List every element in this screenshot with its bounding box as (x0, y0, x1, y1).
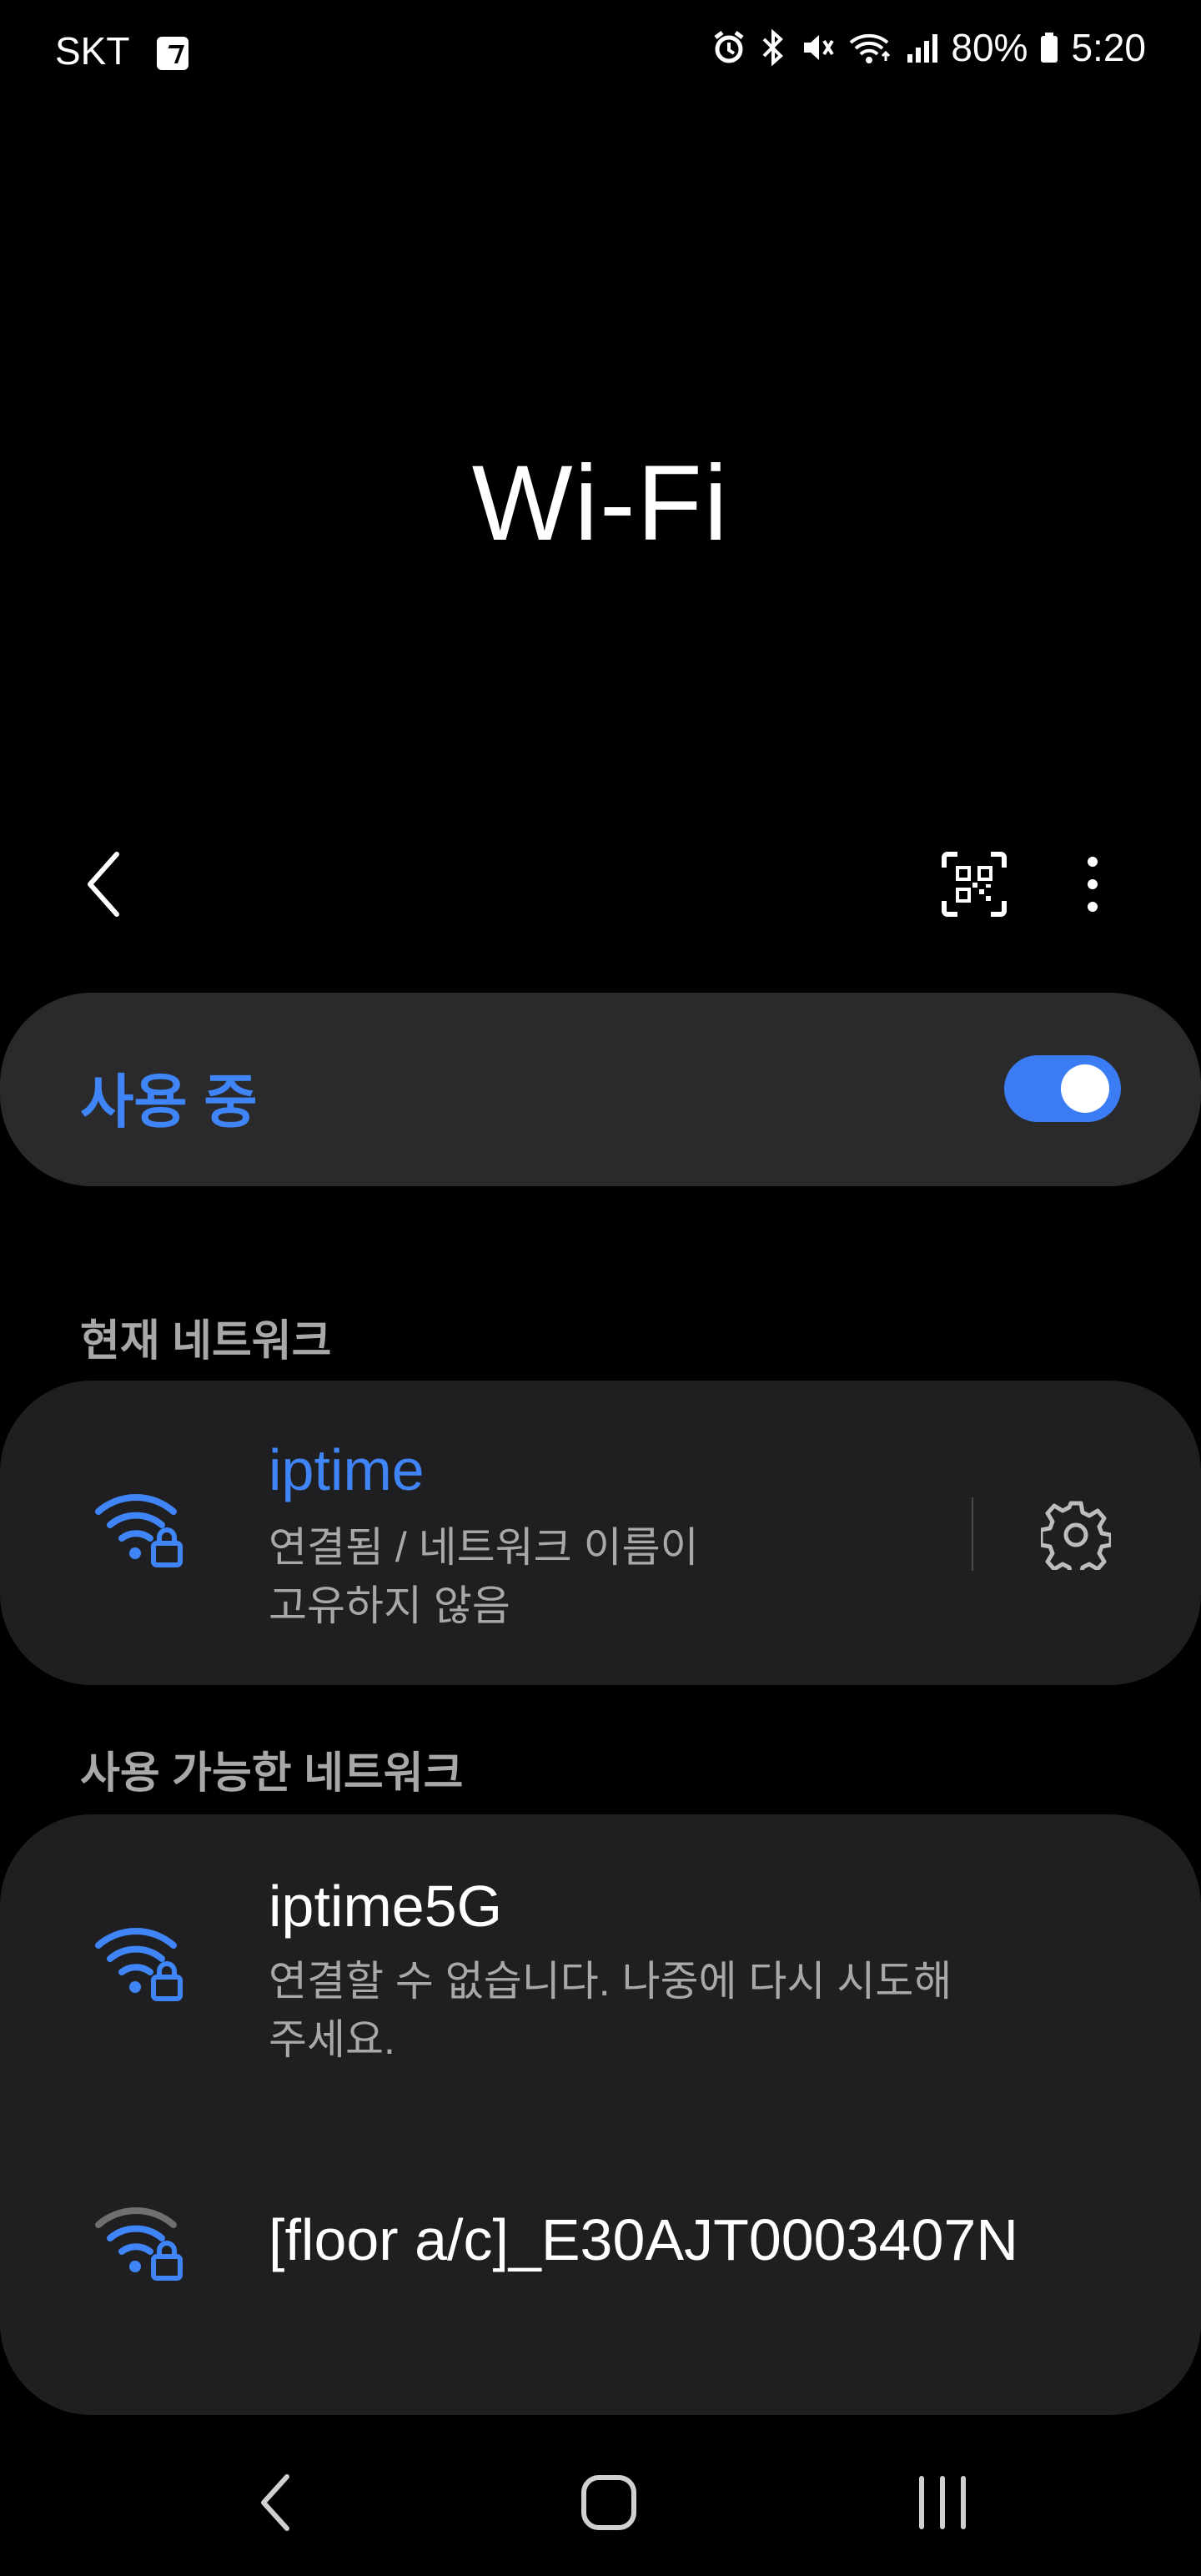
network-settings-button[interactable] (1034, 1493, 1118, 1577)
qr-code-icon (942, 852, 1007, 917)
network-name: [floor a/c]_E30AJT0003407N (269, 2207, 1018, 2272)
network-status-line2: 주세요. (269, 2016, 395, 2063)
more-vert-icon (1088, 857, 1098, 912)
clock: 5:20 (1071, 26, 1146, 69)
current-network-status-line1: 연결됨 / 네트워크 이름이 (269, 1524, 699, 1571)
status-bar: SKT 80% 5:20 (0, 0, 1201, 108)
chevron-left-icon (88, 852, 119, 917)
wifi-lock-icon (95, 1928, 183, 2001)
more-options-button[interactable] (1068, 847, 1118, 922)
signal-icon (907, 34, 938, 63)
wifi-status-icon (850, 33, 891, 63)
battery-icon (1041, 33, 1058, 63)
battery-percent: 80% (951, 26, 1028, 69)
wifi-lock-weak-icon (95, 2207, 183, 2281)
divider (972, 1497, 973, 1571)
network-status-line1: 연결할 수 없습니다. 나중에 다시 시도해 (269, 1958, 952, 2005)
current-network-name: iptime (269, 1437, 425, 1502)
nav-home-button[interactable] (571, 2461, 646, 2544)
gear-icon (1041, 1501, 1111, 1570)
nav-home-icon (581, 2475, 636, 2530)
page-title: Wi-Fi (471, 444, 730, 563)
navigation-bar (0, 2436, 1201, 2576)
mute-icon (804, 35, 835, 60)
back-button[interactable] (75, 843, 133, 926)
nav-recents-button[interactable] (909, 2461, 976, 2544)
wifi-switch-knob (1061, 1064, 1109, 1113)
status-icons: 80% 5:20 (711, 25, 1146, 70)
nav-recents-icon (919, 2476, 966, 2529)
carrier-label: SKT (55, 29, 130, 73)
alarm-icon (714, 31, 744, 63)
bluetooth-icon (762, 29, 784, 66)
current-network-header: 현재 네트워크 (80, 1317, 332, 1366)
wifi-toggle-label: 사용 중 (80, 1069, 258, 1135)
nfc-icon (157, 37, 188, 70)
nav-back-button[interactable] (242, 2461, 309, 2544)
wifi-lock-icon (95, 1494, 183, 1567)
qr-scan-button[interactable] (932, 847, 1016, 922)
available-networks-header: 사용 가능한 네트워크 (80, 1749, 464, 1798)
network-name: iptime5G (269, 1874, 503, 1939)
nav-back-icon (261, 2474, 289, 2531)
current-network-status-line2: 고유하지 않음 (269, 1582, 510, 1629)
